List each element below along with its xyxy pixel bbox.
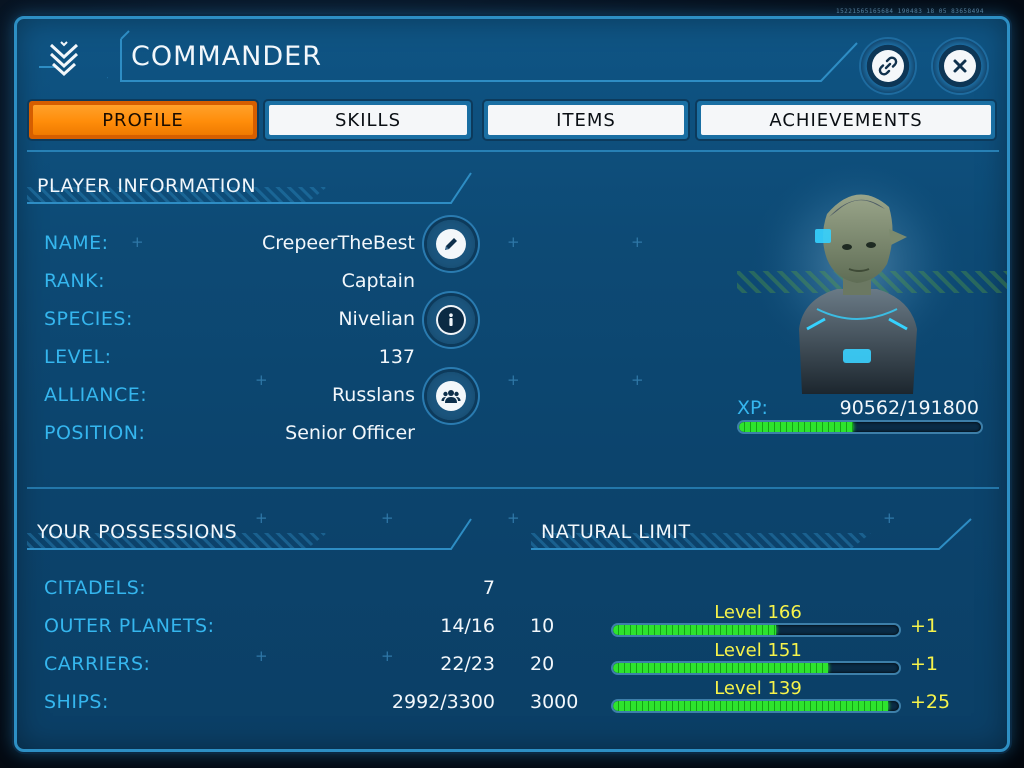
link-button[interactable]: [861, 39, 915, 93]
page-title: COMMANDER: [131, 41, 322, 72]
section-title: PLAYER INFORMATION: [37, 175, 257, 197]
carriers-limit: 20: [530, 653, 555, 675]
carriers-progress-bar: [613, 663, 899, 673]
position-label: POSITION:: [44, 422, 146, 444]
divider: [27, 487, 999, 489]
decor-plus: +: [255, 371, 268, 389]
xp-progress-fill: [739, 422, 854, 432]
ships-progress-bar: [613, 701, 899, 711]
position-value: Senior Officer: [285, 422, 415, 444]
decor-plus: +: [507, 371, 520, 389]
decor-plus: +: [507, 233, 520, 251]
commander-panel: + + + + + + + + + + + + COMMANDER PROFIL…: [14, 16, 1010, 752]
outer-planets-level: Level 166: [714, 602, 802, 623]
ships-value: 2992/3300: [391, 691, 495, 713]
decor-plus: +: [631, 371, 644, 389]
chevron-emblem-icon: [39, 37, 97, 81]
alliance-label: ALLIANCE:: [44, 384, 148, 406]
section-title: YOUR POSSESSIONS: [37, 521, 238, 543]
level-label: LEVEL:: [44, 346, 112, 368]
species-label: SPECIES:: [44, 308, 133, 330]
group-icon: [436, 381, 466, 411]
xp-progress-bar: [739, 422, 981, 432]
link-icon: [872, 50, 904, 82]
ships-label: SHIPS:: [44, 691, 109, 713]
tab-label: ACHIEVEMENTS: [701, 105, 991, 135]
carriers-bonus: +1: [910, 653, 939, 675]
info-icon: [436, 305, 466, 335]
name-value: CrepeerTheBest: [261, 232, 415, 254]
divider: [27, 150, 999, 152]
edit-name-button[interactable]: [427, 220, 475, 268]
section-title: NATURAL LIMIT: [541, 521, 691, 543]
decor-plus: +: [131, 233, 144, 251]
alliance-value: Russlans: [331, 384, 415, 406]
name-label: NAME:: [44, 232, 109, 254]
ships-limit: 3000: [530, 691, 579, 713]
citadels-value: 7: [482, 577, 495, 599]
xp-label: XP:: [737, 397, 768, 419]
possessions-header: YOUR POSSESSIONS: [27, 511, 477, 551]
natural-limit-header: NATURAL LIMIT: [531, 511, 981, 551]
citadels-label: CITADELS:: [44, 577, 147, 599]
species-value: Nivelian: [338, 308, 415, 330]
tab-skills[interactable]: SKILLS: [265, 101, 471, 139]
rank-label: RANK:: [44, 270, 106, 292]
close-button[interactable]: [933, 39, 987, 93]
rank-value: Captain: [341, 270, 415, 292]
player-info-header: PLAYER INFORMATION: [27, 165, 477, 205]
outer-planets-progress-bar: [613, 625, 899, 635]
corner-code: 15221565165684 190483 18 05 83658494: [835, 8, 984, 15]
progress-fill: [613, 701, 888, 711]
decor-plus: +: [631, 233, 644, 251]
tab-label: ITEMS: [488, 105, 684, 135]
outer-planets-limit: 10: [530, 615, 555, 637]
outer-planets-bonus: +1: [910, 615, 939, 637]
carriers-value: 22/23: [440, 653, 495, 675]
progress-fill: [613, 625, 777, 635]
decor-plus: +: [381, 647, 394, 665]
carriers-level: Level 151: [714, 640, 802, 661]
xp-value: 90562/191800: [839, 397, 979, 419]
commander-portrait: [707, 159, 1007, 399]
pencil-icon: [436, 229, 466, 259]
tab-label: SKILLS: [269, 105, 467, 135]
carriers-label: CARRIERS:: [44, 653, 151, 675]
decor-plus: +: [507, 509, 520, 527]
ships-level: Level 139: [714, 678, 802, 699]
outer-planets-label: OUTER PLANETS:: [44, 615, 215, 637]
species-info-button[interactable]: [427, 296, 475, 344]
tab-items[interactable]: ITEMS: [484, 101, 688, 139]
tab-achievements[interactable]: ACHIEVEMENTS: [697, 101, 995, 139]
level-value: 137: [378, 346, 415, 368]
ships-bonus: +25: [910, 691, 951, 713]
close-icon: [944, 50, 976, 82]
tab-profile[interactable]: PROFILE: [29, 101, 257, 139]
progress-fill: [613, 663, 828, 673]
alliance-button[interactable]: [427, 372, 475, 420]
decor-plus: +: [255, 647, 268, 665]
outer-planets-value: 14/16: [440, 615, 495, 637]
tab-label: PROFILE: [33, 105, 253, 135]
